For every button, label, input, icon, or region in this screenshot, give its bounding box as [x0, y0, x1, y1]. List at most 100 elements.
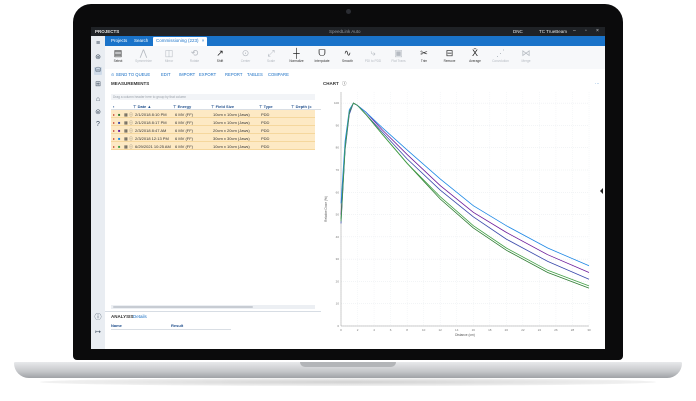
col-energy-label: Energy [177, 103, 192, 109]
queue-icon: ⊙ [111, 72, 115, 77]
help-icon[interactable]: ? [94, 121, 102, 129]
y-axis-label: Relative Dose (%) [324, 196, 328, 222]
scanner-icon[interactable]: ⊞ [94, 81, 102, 89]
info-icon[interactable]: ⓘ [94, 314, 102, 322]
tool-label: Merge [521, 59, 531, 63]
import-button[interactable]: IMPORT [179, 72, 195, 77]
scale-tool-button[interactable]: ⤢ Scale [260, 48, 282, 68]
cell-type: PDD [261, 135, 270, 141]
table-row[interactable]: ▸ ■ ▦ ⓘ 2/3/2018 8:47 AM 6 MV (FF) 20cm x 20cm… [111, 126, 315, 134]
cell-date: 2/3/2018 12:13 PM [135, 135, 169, 141]
remove-tool-button[interactable]: ⊟ Remove [439, 48, 461, 68]
expand-icon[interactable]: ▸ [113, 120, 115, 125]
scrollbar-thumb[interactable] [113, 306, 253, 308]
rotate-tool-button[interactable]: ⟲ Rotate [184, 48, 206, 68]
table-row[interactable]: ▸ ■ ▦ ⓘ 2/3/2018 12:13 PM 6 MV (FF) 30cm x 30c… [111, 134, 315, 142]
x-tick-label: 0 [340, 328, 342, 332]
tab-projects[interactable]: Projects [111, 38, 127, 43]
col-type[interactable]: ⊤ Type [259, 104, 273, 109]
analysis-details-link[interactable]: Details [133, 314, 147, 319]
mirror-tool-button[interactable]: ◫ Mirror [158, 48, 180, 68]
close-window-button[interactable]: × [596, 28, 599, 34]
group-by-drop-area[interactable]: Drag a column header here to group by th… [111, 94, 315, 100]
edit-button[interactable]: EDIT [161, 72, 171, 77]
smooth-tool-button[interactable]: ∿ Smooth [337, 48, 359, 68]
rotate-icon: ⟲ [190, 48, 199, 58]
x-tick-label: 18 [488, 328, 492, 332]
report-button[interactable]: REPORT [225, 72, 242, 77]
col-energy[interactable]: ⊤ Energy [173, 104, 191, 109]
merge-tool-button[interactable]: ⋈ Merge [515, 48, 537, 68]
y-tick-label: 50 [336, 213, 340, 217]
row-checkbox[interactable]: ■ [118, 136, 120, 141]
interpolate-tool-button[interactable]: ᗜ Interpolate [311, 48, 333, 68]
pdi-to-pdd-tool-button[interactable]: ⤷ PDI to PDD [362, 48, 384, 68]
maximize-button[interactable]: ▫ [585, 28, 587, 34]
measurements-panel: MEASUREMENTS Drag a column header here t… [105, 78, 322, 349]
cell-date: 2/1/2018 8:17 PM [135, 119, 167, 125]
calendar-icon: ▦ [124, 111, 128, 117]
table-row[interactable]: ▸ ■ ▦ ⓘ 2/1/2018 8:17 PM 6 MV (FF) 10cm x 10cm… [111, 118, 315, 126]
tool-label: Center [240, 59, 251, 63]
row-checkbox[interactable]: ■ [118, 112, 120, 117]
building-icon[interactable]: ⌂ [94, 96, 102, 104]
machine-selector[interactable]: TC TrueBeam [539, 29, 567, 34]
trim-icon: ✂ [420, 48, 428, 58]
table-row[interactable]: ▸ ■ ▦ ⓘ 2/1/2018 8:10 PM 6 MV (FF) 10cm x 10cm… [111, 110, 315, 118]
tools-toolbar: ▤ Select ⋀ Symmetrize ◫ Mirror ⟲ Rotate ↗ Shift ⊙ C… [105, 46, 605, 70]
x-tick-label: 6 [390, 328, 392, 332]
row-checkbox[interactable]: ■ [118, 128, 120, 133]
symmetrize-tool-button[interactable]: ⋀ Symmetrize [133, 48, 155, 68]
database-icon[interactable]: ⛁ [94, 67, 102, 75]
select-all-checkbox[interactable]: ▪ [113, 104, 114, 109]
convolution-tool-button[interactable]: ⋰ Convolution [490, 48, 512, 68]
average-tool-button[interactable]: X̄ Average [464, 48, 486, 68]
pdd-chart[interactable]: 01020304050607080901000 2 4 6 8 10 12 14 16 18 20 2… [321, 78, 605, 349]
send-to-queue-button[interactable]: ⊙ SEND TO QUEUE [111, 72, 150, 77]
compare-button[interactable]: COMPARE [268, 72, 289, 77]
collapse-panel-handle[interactable] [600, 188, 603, 194]
row-checkbox[interactable]: ■ [118, 120, 120, 125]
tab-bar: Projects Search Commissioning (223) × [105, 36, 605, 46]
y-tick-label: 90 [336, 123, 340, 127]
select-tool-button[interactable]: ▤ Select [107, 48, 129, 68]
y-tick-label: 70 [336, 168, 340, 172]
normalize-tool-button[interactable]: ┼ Normalize [286, 48, 308, 68]
shift-icon: ↗ [216, 48, 224, 58]
expand-icon[interactable]: ▸ [113, 144, 115, 149]
x-tick-label: 22 [521, 328, 525, 332]
horizontal-scrollbar[interactable] [111, 305, 315, 309]
tab-search[interactable]: Search [134, 38, 148, 43]
menu-icon[interactable]: ≡ [94, 40, 102, 48]
table-row[interactable]: ▸ ■ ▦ ⓘ 6/29/2021 10:25 AM 6 MV (FF) 10cm x 10… [111, 142, 315, 150]
org-label[interactable]: DNC [513, 29, 523, 34]
trim-tool-button[interactable]: ✂ Trim [413, 48, 435, 68]
x-tick-label: 26 [554, 328, 558, 332]
calibration-icon[interactable]: ⊜ [94, 109, 102, 117]
col-field-size[interactable]: ⊤ Field Size [211, 104, 234, 109]
col-date[interactable]: ⊤ Date ▲ [133, 104, 151, 109]
logout-icon[interactable]: ↦ [94, 329, 102, 337]
laptop-notch [300, 362, 396, 367]
projects-label[interactable]: PROJECTS [95, 29, 119, 34]
expand-icon[interactable]: ▸ [113, 112, 115, 117]
x-tick-label: 8 [406, 328, 408, 332]
minimize-button[interactable]: – [573, 28, 576, 34]
shift-tool-button[interactable]: ↗ Shift [209, 48, 231, 68]
expand-icon[interactable]: ▸ [113, 136, 115, 141]
webcam [346, 9, 351, 14]
expand-icon[interactable]: ▸ [113, 128, 115, 133]
tab-commissioning[interactable]: Commissioning (223) × [153, 37, 208, 46]
tables-button[interactable]: TABLES [247, 72, 263, 77]
row-checkbox[interactable]: ■ [118, 144, 120, 149]
analysis-col-name[interactable]: Name [111, 323, 122, 328]
flat-trans-tool-button[interactable]: ▣ Flat Trans [388, 48, 410, 68]
tool-label: Flat Trans [391, 59, 406, 63]
x-tick-label: 24 [538, 328, 542, 332]
tab-close-icon[interactable]: × [202, 38, 205, 43]
col-depth[interactable]: ⊤ Depth (c [291, 104, 312, 109]
analysis-col-result[interactable]: Result [171, 323, 183, 328]
export-button[interactable]: EXPORT [199, 72, 216, 77]
center-tool-button[interactable]: ⊙ Center [235, 48, 257, 68]
dashboard-icon[interactable]: ⊛ [94, 54, 102, 62]
